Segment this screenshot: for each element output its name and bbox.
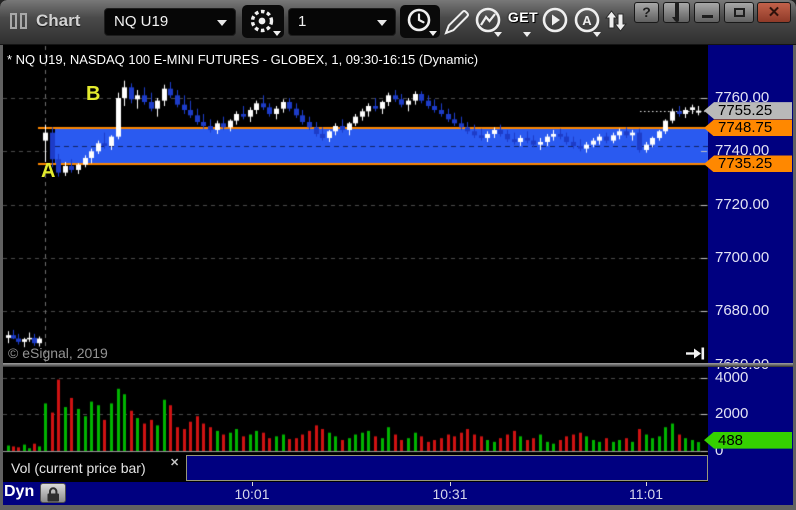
price-tick-label: 7700.00 [715, 248, 770, 266]
chevron-down-icon [593, 32, 601, 37]
symbol-settings-button[interactable] [242, 5, 284, 38]
volume-tag: 488 [704, 431, 792, 449]
volume-pane-inset [186, 455, 708, 481]
price-tag: 7748.75 [704, 119, 792, 137]
lock-icon [47, 487, 59, 502]
annotation-b[interactable]: B [86, 83, 100, 106]
close-study-icon[interactable]: ✕ [170, 456, 179, 469]
time-template-button[interactable] [400, 5, 440, 38]
help-glyph: ? [642, 4, 651, 20]
chevron-down-icon [217, 20, 227, 26]
chart-symbol-title: * NQ U19, NASDAQ 100 E-MINI FUTURES - GL… [7, 52, 479, 67]
symbol-dropdown[interactable]: NQ U19 [104, 8, 236, 36]
close-button[interactable]: ✕ [757, 2, 791, 23]
swap-arrows-icon [604, 10, 628, 32]
time-label: 10:31 [432, 486, 468, 502]
volume-study-label-row: Vol (current price bar) ✕ [3, 455, 186, 481]
minimize-icon [701, 15, 713, 18]
minimize-button[interactable] [694, 2, 720, 23]
chevron-down-icon [273, 31, 281, 36]
window-frame-left [0, 45, 3, 510]
chevron-down-icon [494, 32, 502, 37]
price-tag: 7735.25 [704, 155, 792, 173]
time-label: 11:01 [629, 486, 663, 502]
chart-app-icon [10, 13, 32, 30]
price-tick-label: 7680.00 [715, 302, 770, 320]
link-sync-button[interactable] [602, 6, 630, 39]
price-tag: 7755.25 [704, 102, 792, 120]
time-axis[interactable]: Dyn 10:01 10:31 11:01 [3, 482, 793, 505]
candlestick-chart-canvas[interactable] [3, 45, 708, 455]
chevron-down-icon [523, 32, 531, 37]
dynamic-mode-button[interactable]: Dyn [4, 483, 34, 501]
chevron-down-icon [377, 20, 387, 26]
symbol-value: NQ U19 [114, 13, 169, 30]
volume-study-label: Vol (current price bar) [11, 460, 146, 476]
annotation-a[interactable]: A [41, 160, 55, 183]
lock-button[interactable] [40, 483, 66, 503]
play-button[interactable] [540, 6, 572, 39]
studies-button[interactable] [473, 6, 505, 39]
popup-window-button[interactable] [663, 2, 690, 23]
draw-tools-button[interactable] [441, 6, 473, 39]
price-tick-label: 7720.00 [715, 195, 770, 213]
interval-dropdown[interactable]: 1 [288, 8, 396, 36]
window-frame-bottom [0, 505, 796, 510]
maximize-icon [733, 8, 745, 17]
window-title: Chart [36, 11, 81, 30]
esignal-copyright: © eSignal, 2019 [8, 345, 108, 361]
maximize-button[interactable] [724, 2, 754, 23]
interval-value: 1 [298, 13, 307, 30]
popup-window-icon [671, 2, 679, 22]
price-axis[interactable]: 7760.007740.007720.007700.007680.007660.… [704, 45, 793, 505]
get-label: GET [507, 9, 539, 25]
window-titlebar[interactable]: Chart NQ U19 1 GET A ? ✕ [0, 0, 796, 45]
get-data-button[interactable]: GET [506, 6, 540, 39]
help-button[interactable]: ? [634, 2, 659, 23]
time-label: 10:01 [234, 486, 270, 502]
pencil-icon [444, 10, 469, 35]
pane-divider[interactable] [0, 363, 796, 367]
chevron-down-icon [429, 31, 437, 36]
volume-tick-label: 4000 [715, 368, 749, 386]
chart-window: Chart NQ U19 1 GET A ? ✕ * NQ U19, NASDA… [0, 0, 796, 510]
close-icon: ✕ [767, 4, 781, 21]
volume-tick-label: 2000 [715, 405, 749, 423]
alerts-button[interactable]: A [572, 6, 604, 39]
play-icon [542, 7, 568, 33]
alerts-a-glyph: A [582, 13, 592, 28]
